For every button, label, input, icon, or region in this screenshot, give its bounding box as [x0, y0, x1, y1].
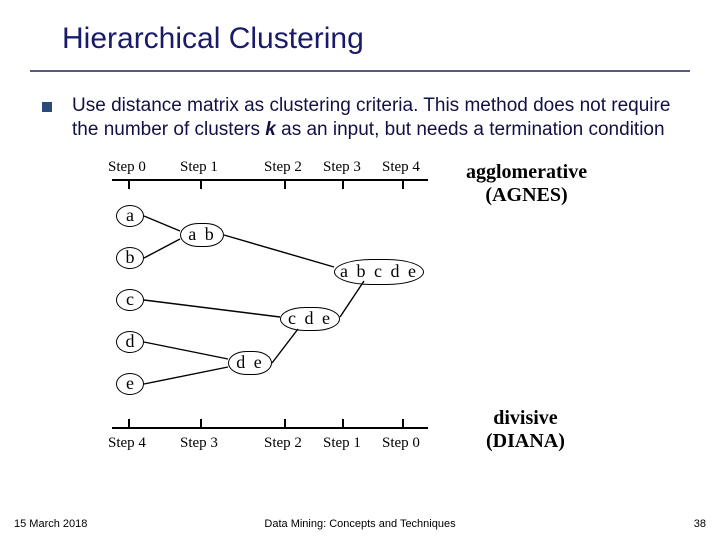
- step-bot-1: Step 3: [180, 435, 218, 452]
- footer-date: 15 March 2018: [14, 518, 87, 530]
- step-bot-2: Step 2: [264, 435, 302, 452]
- bullet-item: Use distance matrix as clustering criter…: [42, 94, 678, 143]
- node-ab: a b: [180, 223, 224, 247]
- dendrogram-lines: [98, 159, 698, 469]
- bullet-text: Use distance matrix as clustering criter…: [72, 94, 678, 143]
- leaf-b: b: [116, 247, 144, 269]
- footer-center: Data Mining: Concepts and Techniques: [264, 518, 455, 530]
- tick-bot-3: [342, 419, 344, 429]
- node-de: d e: [228, 351, 272, 375]
- label-diana: divisive (DIANA): [486, 407, 565, 453]
- step-bot-4: Step 0: [382, 435, 420, 452]
- page-title: Hierarchical Clustering: [0, 0, 720, 56]
- label-agnes-2: (AGNES): [466, 184, 587, 207]
- axis-bot: [112, 427, 428, 429]
- step-top-4: Step 4: [382, 159, 420, 176]
- step-top-3: Step 3: [323, 159, 361, 176]
- leaf-a: a: [116, 205, 144, 227]
- leaf-c: c: [116, 289, 144, 311]
- step-bot-0: Step 4: [108, 435, 146, 452]
- tick-bot-1: [200, 419, 202, 429]
- tick-bot-4: [402, 419, 404, 429]
- footer-page: 38: [694, 518, 706, 530]
- tick-bot-2: [284, 419, 286, 429]
- bullet-post: as an input, but needs a termination con…: [276, 119, 665, 140]
- tick-top-4: [402, 179, 404, 189]
- tick-top-0: [128, 179, 130, 189]
- tick-top-3: [342, 179, 344, 189]
- step-bot-3: Step 1: [323, 435, 361, 452]
- step-top-1: Step 1: [180, 159, 218, 176]
- step-top-0: Step 0: [108, 159, 146, 176]
- bullet-k: k: [265, 119, 276, 140]
- leaf-d: d: [116, 331, 144, 353]
- leaf-e: e: [116, 373, 144, 395]
- bullet-icon: [42, 102, 52, 112]
- tick-top-1: [200, 179, 202, 189]
- slide-body: Use distance matrix as clustering criter…: [0, 72, 720, 469]
- axis-top: [112, 179, 428, 181]
- label-agnes: agglomerative (AGNES): [466, 161, 587, 207]
- label-diana-2: (DIANA): [486, 430, 565, 453]
- tick-top-2: [284, 179, 286, 189]
- dendrogram-diagram: Step 0 Step 1 Step 2 Step 3 Step 4 a b c…: [98, 159, 698, 469]
- label-agnes-1: agglomerative: [466, 161, 587, 184]
- node-cde: c d e: [280, 307, 340, 331]
- tick-bot-0: [128, 419, 130, 429]
- label-diana-1: divisive: [486, 407, 565, 430]
- step-top-2: Step 2: [264, 159, 302, 176]
- node-abcde: a b c d e: [334, 259, 424, 285]
